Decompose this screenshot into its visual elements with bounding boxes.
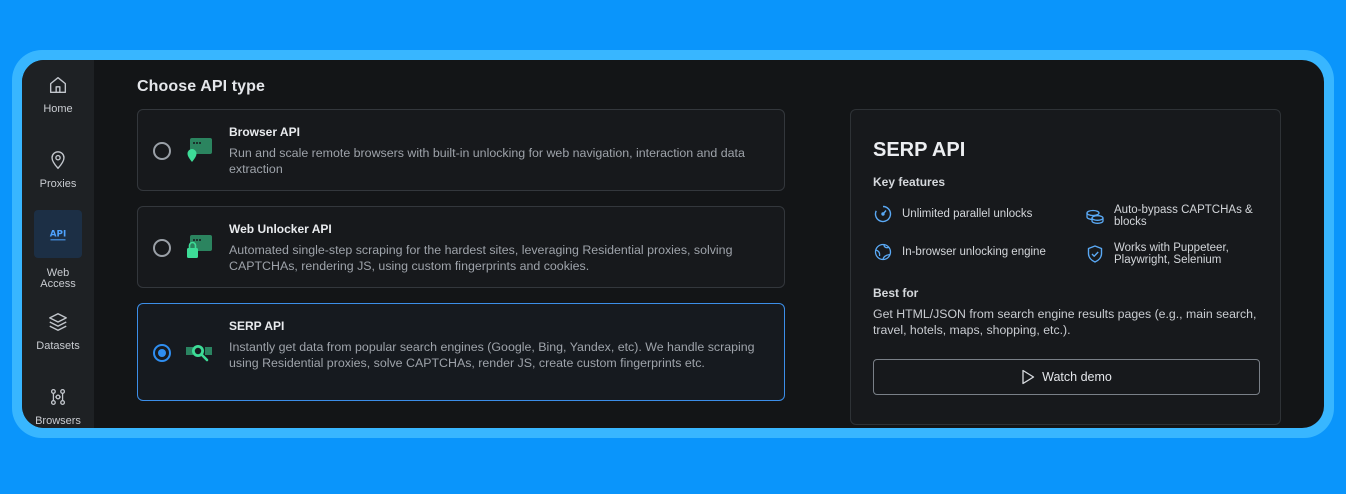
api-details-panel: SERP API Key features Unlimited parallel…	[850, 109, 1281, 425]
watch-demo-label: Watch demo	[1042, 370, 1112, 384]
sidebar: Home Proxies API Web Access Datasets Bro…	[22, 60, 94, 428]
feature-text: In-browser unlocking engine	[902, 246, 1046, 258]
sidebar-item-web-access[interactable]: API Web Access	[34, 210, 82, 290]
feature-text: Works with Puppeteer, Playwright, Seleni…	[1114, 242, 1229, 266]
option-serp-api[interactable]: SERP API Instantly get data from popular…	[137, 303, 785, 401]
sidebar-item-label: Home	[43, 103, 73, 115]
option-description: Instantly get data from popular search e…	[229, 340, 755, 370]
watch-demo-button[interactable]: Watch demo	[873, 359, 1260, 395]
panel-title: SERP API	[873, 139, 966, 161]
best-for-label: Best for	[873, 286, 919, 300]
option-title: Web Unlocker API	[229, 222, 332, 236]
option-radio-selected[interactable]	[153, 344, 171, 362]
browser-pin-icon	[187, 138, 212, 162]
key-features-label: Key features	[873, 175, 946, 189]
shield-check-icon	[1087, 245, 1103, 263]
feature-text: Auto-bypass CAPTCHAs & blocks	[1114, 204, 1253, 228]
speedometer-icon	[874, 205, 892, 223]
option-browser-api[interactable]: Browser API Run and scale remote browser…	[137, 109, 785, 191]
sidebar-item-datasets[interactable]: Datasets	[34, 311, 82, 352]
sidebar-item-label: Web Access	[40, 267, 76, 290]
location-pin-icon	[51, 151, 65, 170]
option-radio[interactable]	[153, 142, 171, 160]
play-icon	[1022, 369, 1035, 385]
api-icon: API	[50, 230, 66, 241]
best-for-description: Get HTML/JSON from search engine results…	[873, 307, 1257, 337]
feature-text: Unlimited parallel unlocks	[902, 208, 1033, 220]
layers-icon	[49, 313, 67, 331]
svg-text:API: API	[50, 230, 66, 240]
home-icon	[49, 76, 67, 94]
sidebar-item-home[interactable]: Home	[34, 74, 82, 115]
option-description: Run and scale remote browsers with built…	[229, 146, 745, 176]
option-web-unlocker-api[interactable]: Web Unlocker API Automated single-step s…	[137, 206, 785, 288]
search-results-icon	[186, 345, 212, 362]
sidebar-item-browsers[interactable]: Browsers	[34, 386, 82, 427]
globe-icon	[874, 243, 892, 261]
coins-icon	[1086, 209, 1104, 224]
app-window: Home Proxies API Web Access Datasets Bro…	[22, 60, 1324, 428]
sidebar-item-label: Browsers	[35, 415, 81, 427]
option-description: Automated single-step scraping for the h…	[229, 243, 733, 273]
sidebar-item-label: Proxies	[39, 178, 77, 190]
feature-item: Unlimited parallel unlocks	[873, 204, 1063, 224]
feature-item: In-browser unlocking engine	[873, 242, 1063, 262]
sidebar-item-proxies[interactable]: Proxies	[34, 149, 82, 190]
sidebar-item-label: Datasets	[36, 340, 80, 352]
feature-item: Auto-bypass CAPTCHAs & blocks	[1085, 204, 1265, 228]
section-title: Choose API type	[137, 78, 266, 95]
network-icon	[50, 389, 66, 405]
main-content: Choose API type Browser API Run and scal…	[94, 60, 1324, 428]
option-title: SERP API	[229, 319, 285, 333]
browser-lock-icon	[187, 235, 212, 258]
feature-item: Works with Puppeteer, Playwright, Seleni…	[1085, 242, 1265, 266]
option-title: Browser API	[229, 125, 300, 139]
option-radio[interactable]	[153, 239, 171, 257]
